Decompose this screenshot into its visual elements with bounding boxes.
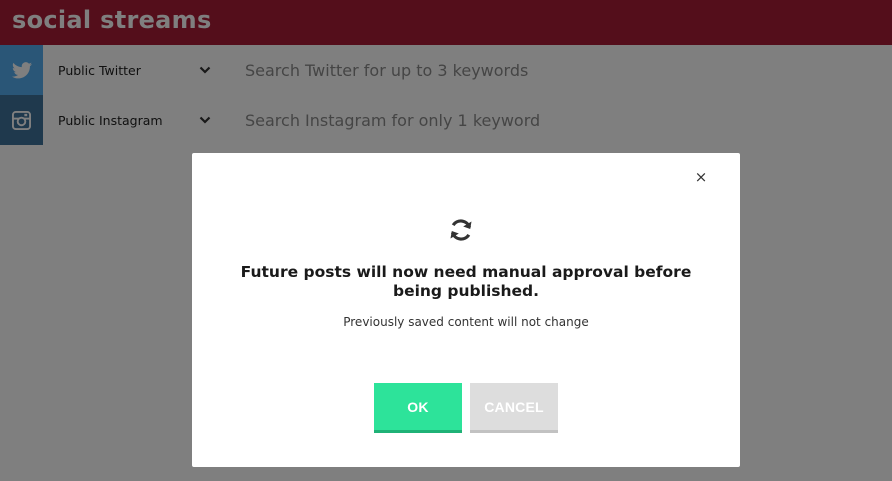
cancel-button[interactable]: CANCEL (470, 383, 558, 433)
ok-button[interactable]: OK (374, 383, 462, 433)
dialog-heading-line: being published. (392, 282, 540, 300)
refresh-icon (450, 219, 472, 241)
dialog-heading: Future posts will now need manual approv… (232, 263, 700, 301)
confirm-dialog: × Future posts will now need manual appr… (192, 153, 740, 467)
dialog-subtext: Previously saved content will not change (343, 315, 589, 329)
page: social streams Public Twitter Public I (0, 0, 892, 481)
dialog-heading-line: Future posts will now need manual approv… (240, 263, 692, 281)
close-icon[interactable]: × (692, 168, 710, 186)
